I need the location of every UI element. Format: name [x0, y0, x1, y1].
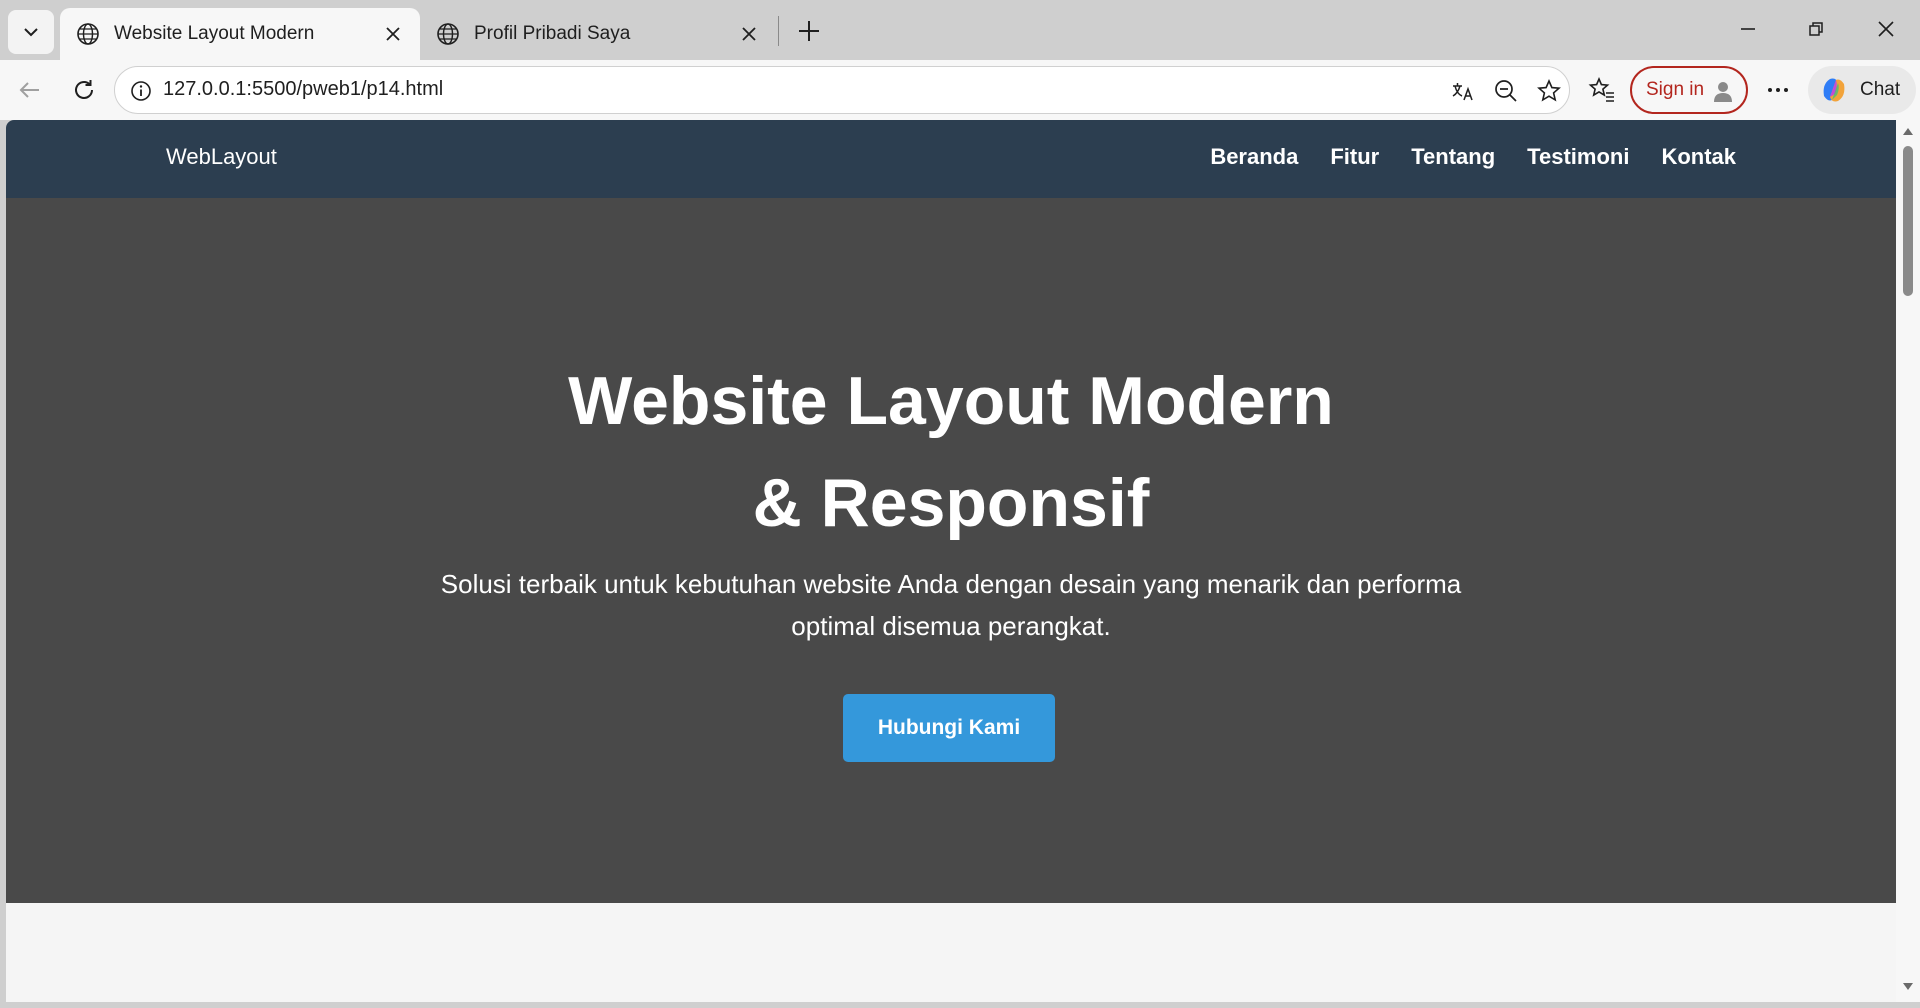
site-brand[interactable]: WebLayout [166, 144, 277, 170]
scrollbar-thumb[interactable] [1903, 146, 1913, 296]
minimize-button[interactable] [1720, 10, 1776, 48]
restore-icon [1809, 22, 1823, 36]
arrow-left-icon [19, 82, 39, 98]
avatar-icon [1714, 82, 1732, 102]
reload-icon [75, 80, 93, 99]
globe-icon [77, 23, 99, 45]
close-icon [742, 27, 756, 41]
more-menu-button[interactable] [1762, 74, 1794, 106]
close-icon [1878, 21, 1894, 37]
nav-links: Beranda Fitur Tentang Testimoni Kontak [1210, 144, 1736, 170]
close-window-button[interactable] [1858, 10, 1914, 48]
url-text: 127.0.0.1:5500/pweb1/p14.html [163, 78, 444, 100]
sign-in-label: Sign in [1646, 79, 1705, 100]
nav-link-testimoni[interactable]: Testimoni [1527, 144, 1629, 170]
translate-button[interactable] [1449, 77, 1477, 105]
chevron-down-icon [24, 28, 38, 37]
tab-profil-pribadi-saya[interactable]: Profil Pribadi Saya [420, 8, 776, 60]
tab-strip: Website Layout Modern Profil Pribadi Say… [0, 0, 1920, 60]
restore-button[interactable] [1788, 10, 1844, 48]
back-button[interactable] [14, 74, 46, 106]
browser-window: Website Layout Modern Profil Pribadi Say… [0, 0, 1920, 1008]
zoom-out-icon [1495, 80, 1517, 102]
tab-website-layout-modern[interactable]: Website Layout Modern [60, 8, 420, 60]
globe-icon [437, 23, 459, 45]
info-icon[interactable] [129, 79, 153, 103]
more-icon [1768, 88, 1788, 92]
hero-title: Website Layout Modern & Responsif [568, 363, 1334, 541]
minimize-icon [1741, 28, 1755, 30]
tab-title: Website Layout Modern [114, 23, 315, 44]
new-tab-button[interactable] [792, 14, 826, 48]
star-icon [1537, 79, 1561, 102]
site-navbar: WebLayout Beranda Fitur Tentang Testimon… [6, 120, 1896, 198]
nav-link-fitur[interactable]: Fitur [1330, 144, 1379, 170]
translate-icon [1452, 83, 1473, 101]
tab-title: Profil Pribadi Saya [474, 23, 631, 44]
tab-close-button[interactable] [738, 23, 760, 45]
copilot-icon [1823, 78, 1845, 102]
scroll-down-icon[interactable] [1902, 982, 1914, 992]
scroll-up-icon[interactable] [1902, 126, 1914, 136]
favorites-button[interactable] [1586, 74, 1618, 106]
contact-us-button[interactable]: Hubungi Kami [843, 694, 1055, 762]
tab-separator [778, 16, 779, 46]
close-icon [386, 27, 400, 41]
reload-button[interactable] [68, 74, 100, 106]
favorites-icon [1588, 76, 1614, 102]
nav-link-tentang[interactable]: Tentang [1411, 144, 1495, 170]
nav-link-beranda[interactable]: Beranda [1210, 144, 1298, 170]
page-viewport: WebLayout Beranda Fitur Tentang Testimon… [6, 120, 1896, 1002]
zoom-button[interactable] [1492, 77, 1520, 105]
plus-icon [799, 21, 819, 41]
tab-actions-button[interactable] [8, 10, 54, 54]
sign-in-button[interactable]: Sign in [1630, 66, 1748, 114]
favorite-button[interactable] [1535, 77, 1563, 105]
browser-toolbar: 127.0.0.1:5500/pweb1/p14.html Sign in Ch… [0, 60, 1920, 120]
vertical-scrollbar[interactable] [1896, 120, 1920, 1002]
copilot-chat-button[interactable]: Chat [1808, 66, 1916, 114]
address-bar[interactable]: 127.0.0.1:5500/pweb1/p14.html [114, 66, 1570, 114]
hero-section: Website Layout Modern & Responsif Solusi… [6, 198, 1896, 903]
chat-label: Chat [1860, 79, 1901, 100]
hero-subtitle: Solusi terbaik untuk kebutuhan website A… [440, 569, 1462, 641]
tab-close-button[interactable] [382, 23, 404, 45]
nav-link-kontak[interactable]: Kontak [1661, 144, 1736, 170]
